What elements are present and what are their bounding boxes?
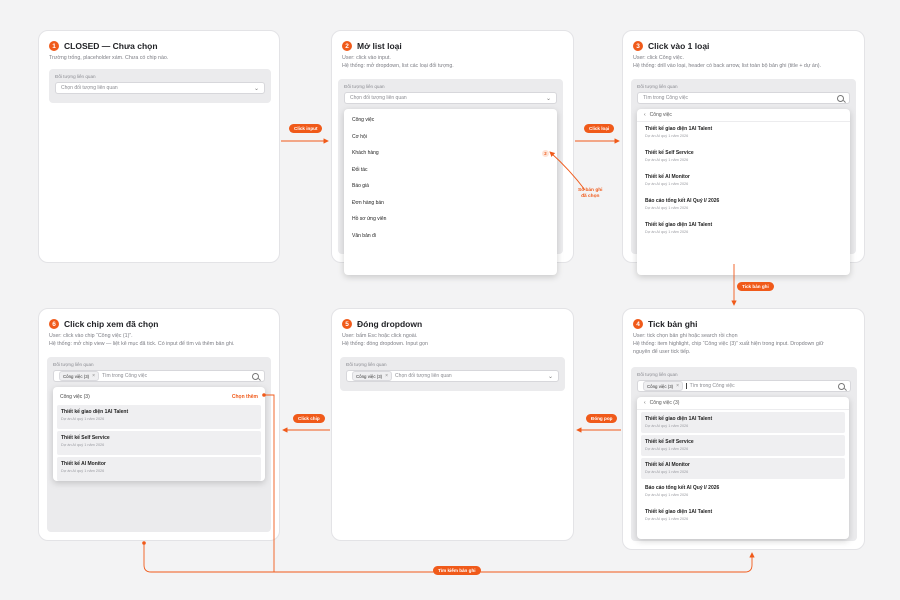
arrow-label-search-records: Tìm kiếm bản ghi: [433, 566, 481, 575]
selected-count-annotation: Số bản ghi đã chọn: [578, 188, 603, 199]
more-link-arrow: [264, 394, 275, 572]
arrow-label-tick-record: Tick bản ghi: [737, 282, 774, 291]
flow-arrows: [142, 138, 755, 573]
annotation-arrow: [549, 151, 586, 191]
arrow-label-click-chip: Click chip: [293, 414, 325, 423]
arrow-label-close-popup: Đóng pop: [586, 414, 618, 423]
arrow-label-click-type: Click loại: [584, 124, 615, 133]
arrow-label-click-input: Click input: [289, 124, 323, 133]
